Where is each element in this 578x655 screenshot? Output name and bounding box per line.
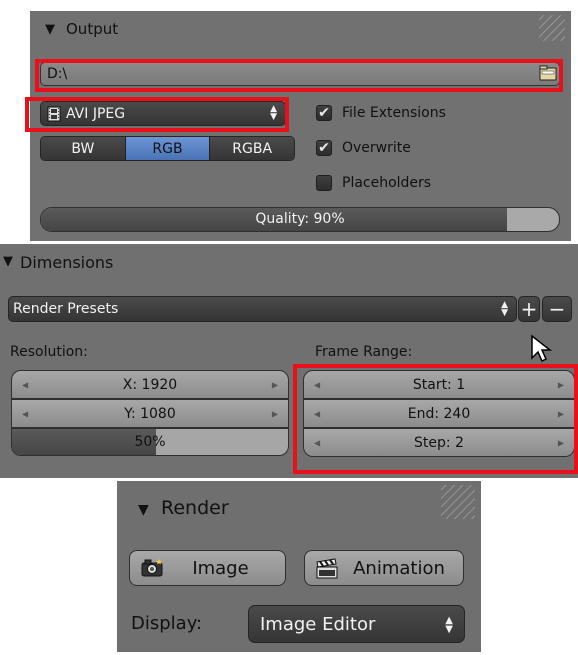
render-image-label: Image <box>192 557 249 579</box>
render-panel-title: Render <box>161 497 229 519</box>
output-panel: ▼ Output D:\ AVI JPEG ▲ ▼ BW RGB RGBA ✔ … <box>25 11 571 241</box>
frame-range-highlight-box <box>293 364 578 474</box>
updown-arrows-icon: ▲ ▼ <box>445 615 453 635</box>
output-panel-title: Output <box>66 20 119 38</box>
display-value: Image Editor <box>260 613 376 635</box>
resolution-y-value: Y: 1080 <box>124 405 176 422</box>
color-mode-rgba[interactable]: RGBA <box>210 137 294 160</box>
increment-arrow-icon[interactable]: ▶ <box>272 380 278 389</box>
file-extensions-label: File Extensions <box>342 105 446 121</box>
panel-grip-icon[interactable] <box>539 15 565 41</box>
minus-icon[interactable]: − <box>542 296 572 322</box>
quality-label: Quality: 90% <box>255 211 345 227</box>
decrement-arrow-icon[interactable]: ◀ <box>22 409 28 418</box>
render-image-button[interactable]: Image <box>129 550 286 586</box>
render-animation-label: Animation <box>353 557 445 579</box>
render-animation-button[interactable]: Animation <box>304 550 464 586</box>
path-highlight-box <box>35 59 563 92</box>
resolution-percent-value: 50% <box>134 434 166 450</box>
quality-slider[interactable]: Quality: 90% <box>40 207 560 232</box>
panel-grip-icon[interactable] <box>441 485 475 519</box>
clapperboard-icon <box>315 558 339 585</box>
overwrite-label: Overwrite <box>342 140 411 156</box>
increment-arrow-icon[interactable]: ▶ <box>272 409 278 418</box>
placeholders-checkbox[interactable] <box>316 175 332 191</box>
render-panel: ▼ Render Image Animation Display: Image … <box>117 481 481 652</box>
display-dropdown[interactable]: Image Editor ▲ ▼ <box>248 605 465 643</box>
resolution-x-value: X: 1920 <box>122 376 178 393</box>
file-extensions-checkbox[interactable]: ✔ <box>316 105 332 121</box>
decrement-arrow-icon[interactable]: ◀ <box>22 380 28 389</box>
camera-icon <box>140 558 164 583</box>
resolution-x-field[interactable]: ◀ X: 1920 ▶ <box>11 370 289 399</box>
output-panel-header[interactable]: ▼ Output <box>30 11 571 47</box>
dimensions-panel: ▼ Dimensions Render Presets ▲ ▼ + − Resol… <box>0 244 578 478</box>
collapse-triangle-icon[interactable]: ▼ <box>3 254 13 269</box>
mouse-cursor-icon <box>530 334 554 368</box>
color-mode-bw[interactable]: BW <box>41 137 126 160</box>
color-mode-row: BW RGB RGBA <box>40 136 295 161</box>
resolution-label: Resolution: <box>10 344 88 360</box>
placeholders-label: Placeholders <box>342 175 432 191</box>
frame-range-label: Frame Range: <box>315 344 413 360</box>
dimensions-panel-title: Dimensions <box>20 253 114 272</box>
resolution-percent-slider[interactable]: 50% <box>11 428 289 456</box>
collapse-triangle-icon[interactable]: ▼ <box>138 502 149 518</box>
collapse-triangle-icon[interactable]: ▼ <box>45 22 55 37</box>
resolution-y-field[interactable]: ◀ Y: 1080 ▶ <box>11 399 289 428</box>
display-label: Display: <box>131 613 203 634</box>
render-panel-header[interactable]: ▼ Render <box>117 481 481 519</box>
updown-arrows-icon: ▲ ▼ <box>501 300 508 318</box>
overwrite-checkbox[interactable]: ✔ <box>316 140 332 156</box>
color-mode-rgb[interactable]: RGB <box>125 137 211 160</box>
render-presets-dropdown[interactable]: Render Presets ▲ ▼ <box>8 296 517 322</box>
format-highlight-box <box>25 97 289 132</box>
dimensions-panel-header[interactable]: ▼ Dimensions <box>0 244 578 280</box>
render-presets-label: Render Presets <box>13 301 119 317</box>
plus-icon[interactable]: + <box>518 296 540 322</box>
